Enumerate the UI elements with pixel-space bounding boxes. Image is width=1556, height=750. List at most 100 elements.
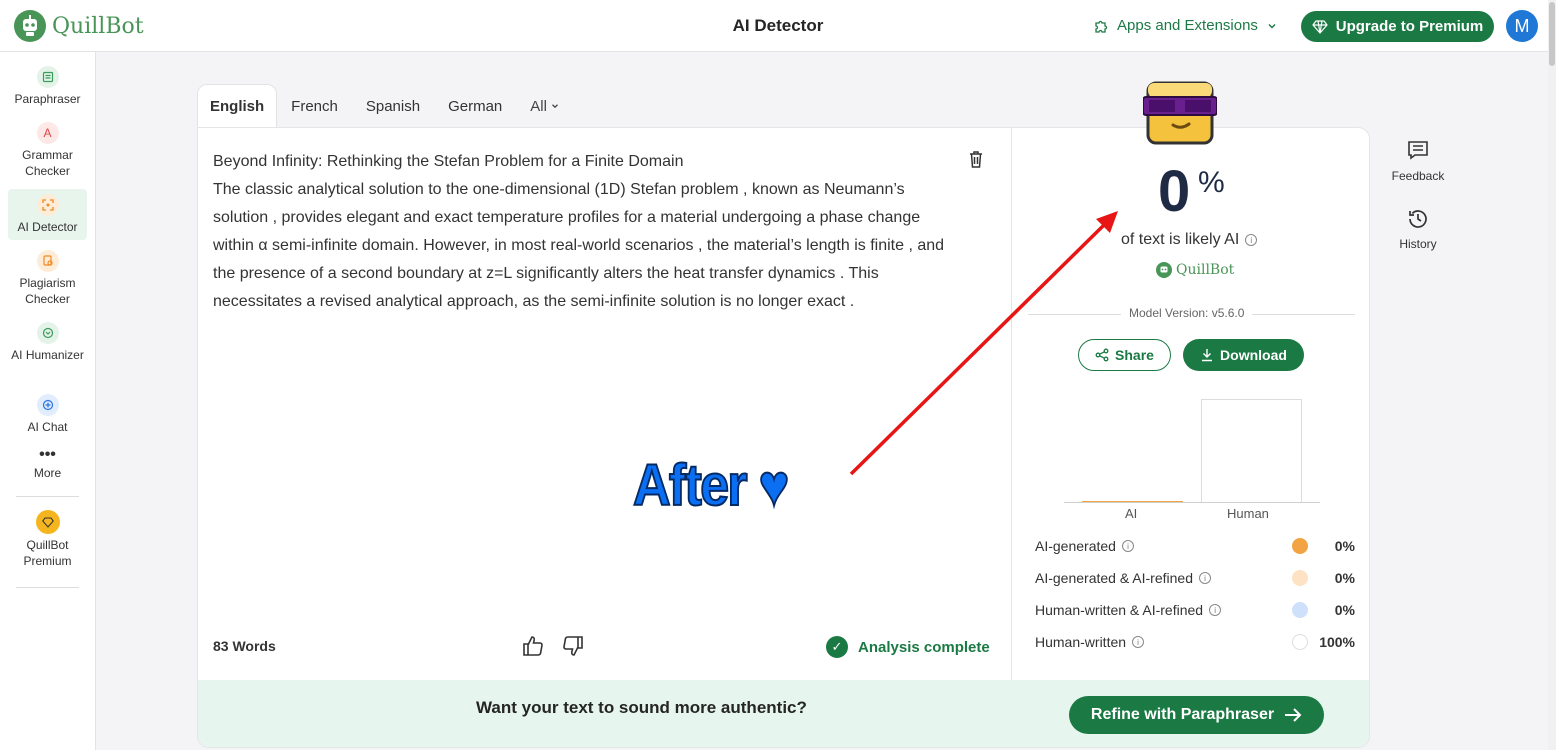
sidebar-item-label: Grammar Checker [22, 148, 73, 178]
tab-spanish[interactable]: Spanish [352, 84, 434, 128]
apps-label: Apps and Extensions [1117, 17, 1258, 34]
rail-feedback-label: Feedback [1391, 169, 1445, 183]
page-scrollbar[interactable] [1548, 0, 1556, 750]
download-button[interactable]: Download [1183, 339, 1304, 371]
top-bar: QuillBot AI Detector Apps and Extensions… [0, 0, 1556, 52]
sidebar-item-ai-chat[interactable]: AI Chat [8, 394, 87, 434]
legend-value: 0% [1334, 538, 1355, 554]
share-button[interactable]: Share [1078, 339, 1171, 371]
humanizer-icon [36, 322, 59, 344]
refine-with-paraphraser-button[interactable]: Refine with Paraphraser [1069, 696, 1324, 734]
analysis-status: ✓ Analysis complete [826, 636, 990, 658]
legend-value: 100% [1319, 634, 1355, 650]
sidebar-divider [16, 587, 79, 588]
sidebar-item-label: AI Humanizer [11, 348, 84, 362]
feedback-thumbs [522, 635, 584, 657]
share-label: Share [1115, 347, 1154, 363]
after-text: After [632, 452, 748, 519]
editor-title-line: Beyond Infinity: Rethinking the Stefan P… [213, 153, 684, 170]
legend-value: 0% [1334, 602, 1355, 618]
chart-label-ai: AI [1125, 506, 1138, 521]
legend-label: Human-written & AI-refined [1035, 602, 1204, 618]
tab-all-label: All [530, 97, 547, 115]
sunglasses-emoji-icon [1143, 81, 1217, 145]
editor-body-text: The classic analytical solution to the o… [213, 181, 945, 310]
avatar[interactable]: M [1506, 10, 1538, 42]
chevron-down-icon [551, 104, 558, 109]
result-brand-name: QuillBot [1176, 262, 1235, 278]
word-count: 83 Words [213, 638, 276, 654]
sidebar-item-label: QuillBot Premium [23, 538, 72, 568]
tab-all-dropdown[interactable]: All [516, 84, 574, 128]
sidebar-item-label: Paraphraser [14, 92, 81, 106]
upgrade-button[interactable]: Upgrade to Premium [1301, 11, 1494, 42]
scrollbar-thumb[interactable] [1549, 2, 1555, 66]
legend-label: Human-written [1035, 634, 1127, 650]
sidebar-item-plagiarism-checker[interactable]: Plagiarism Checker [8, 250, 87, 308]
diamond-icon [1311, 19, 1328, 34]
text-editor[interactable]: Beyond Infinity: Rethinking the Stefan P… [213, 148, 958, 316]
panel-divider [1011, 128, 1012, 680]
legend-dot [1292, 538, 1308, 554]
legend-dot [1292, 570, 1308, 586]
trash-icon[interactable] [968, 150, 984, 168]
history-icon [1409, 210, 1427, 228]
likely-ai-text: of text is likely AI [1121, 231, 1240, 248]
quillbot-robot-icon [14, 10, 46, 42]
info-icon[interactable]: i [1209, 604, 1222, 616]
sidebar-item-paraphraser[interactable]: Paraphraser [8, 66, 87, 110]
sidebar-item-grammar-checker[interactable]: A Grammar Checker [8, 122, 87, 180]
rail-feedback[interactable]: Feedback [1380, 140, 1456, 183]
puzzle-icon [1095, 20, 1108, 33]
check-circle-icon: ✓ [826, 636, 848, 658]
legend-dot [1292, 634, 1308, 650]
chevron-down-icon [1268, 23, 1276, 29]
sidebar-item-ai-detector[interactable]: AI Detector [8, 189, 87, 240]
rail-history-label: History [1399, 237, 1437, 251]
paraphraser-icon [36, 66, 59, 88]
apps-and-extensions-menu[interactable]: Apps and Extensions [1093, 17, 1278, 34]
ai-percentage: 0 [1158, 159, 1191, 224]
tab-german[interactable]: German [434, 84, 516, 128]
more-icon: ••• [39, 446, 56, 463]
chart-label-human: Human [1227, 506, 1269, 521]
brand-name: QuillBot [52, 13, 144, 39]
status-text: Analysis complete [858, 638, 990, 656]
legend-value: 0% [1334, 570, 1355, 586]
upgrade-label: Upgrade to Premium [1335, 18, 1484, 35]
sidebar-item-label: Plagiarism Checker [19, 276, 76, 306]
share-icon [1095, 348, 1109, 362]
tab-english[interactable]: English [197, 84, 278, 128]
legend-label: AI-generated & AI-refined [1035, 570, 1193, 586]
arrow-right-icon [1285, 708, 1302, 722]
quillbot-logo[interactable]: QuillBot [14, 10, 144, 42]
rail-history[interactable]: History [1380, 208, 1456, 251]
result-brand: QuillBot [1156, 262, 1234, 278]
after-annotation: After ♥ [632, 452, 791, 519]
sidebar-item-label: More [33, 466, 62, 480]
premium-icon [35, 510, 60, 534]
detector-card: Beyond Infinity: Rethinking the Stefan P… [197, 127, 1370, 748]
tab-french[interactable]: French [277, 84, 352, 128]
info-icon[interactable]: i [1245, 234, 1258, 246]
info-icon[interactable]: i [1132, 636, 1145, 648]
sidebar-item-ai-humanizer[interactable]: AI Humanizer [8, 322, 87, 380]
legend-row-ai-generated: AI-generated i 0% [1035, 536, 1355, 556]
thumbs-down-icon[interactable] [562, 635, 584, 657]
legend-row-human-written: Human-written i 100% [1035, 632, 1355, 652]
heart-icon: ♥ [758, 452, 791, 519]
sidebar-divider [16, 496, 79, 497]
sidebar-item-more[interactable]: ••• More [8, 446, 87, 484]
refine-label: Refine with Paraphraser [1090, 706, 1275, 723]
sidebar-item-quillbot-premium[interactable]: QuillBot Premium [8, 510, 87, 572]
info-icon[interactable]: i [1121, 540, 1134, 552]
plagiarism-icon [36, 250, 59, 272]
info-icon[interactable]: i [1199, 572, 1211, 584]
likely-ai-caption: of text is likely AI i [1121, 231, 1258, 249]
download-icon [1202, 349, 1213, 362]
thumbs-up-icon[interactable] [522, 635, 544, 657]
promo-banner: Want your text to sound more authentic? … [198, 680, 1369, 747]
language-tabs: English French Spanish German All [197, 84, 574, 128]
sidebar-item-label: AI Detector [17, 220, 78, 234]
legend-dot [1292, 602, 1308, 618]
